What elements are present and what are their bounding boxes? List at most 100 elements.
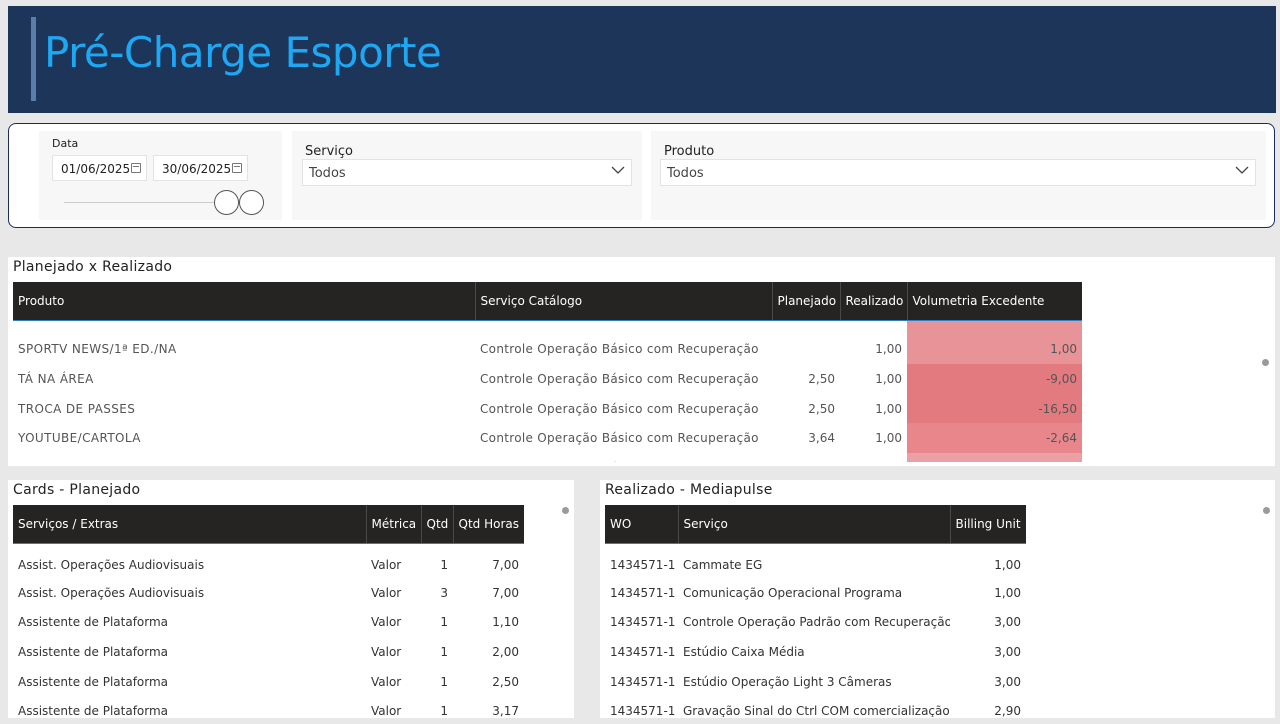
column-header-planejado[interactable]: Planejado <box>771 282 840 321</box>
cell-servico: Gravação Sinal do Ctrl COM comercializaç… <box>683 704 950 717</box>
cell-servico-extra: Assistente de Plataforma <box>18 615 169 630</box>
cell-realizado: 1,00 <box>875 371 902 386</box>
servico-slicer-label: Serviço <box>305 144 354 159</box>
servico-dropdown-value: Todos <box>309 166 346 181</box>
column-header-qtd-horas[interactable]: Qtd Horas <box>452 505 524 544</box>
scroll-indicator[interactable] <box>1263 507 1270 514</box>
calendar-icon[interactable] <box>131 163 141 173</box>
table-row[interactable]: BOM DIA BRASILControle Operação Básico c… <box>13 453 1082 462</box>
servico-dropdown[interactable]: Todos <box>302 159 632 186</box>
table-row[interactable]: 1434571-1 Controle Operação Padrão com Re… <box>605 608 1026 638</box>
cell-wo: 1434571-1 <box>610 585 676 600</box>
cards-planejado-table: Serviços / Extras Métrica Qtd Qtd Horas … <box>13 505 524 717</box>
table-row[interactable]: TROCA DE PASSES Controle Operação Básico … <box>13 393 1082 424</box>
column-header-produto[interactable]: Produto <box>13 282 475 321</box>
cell-planejado: 3,64 <box>808 431 835 446</box>
cell-produto: TÁ NA ÁREA <box>18 371 94 386</box>
table-row[interactable]: 1434571-1 Estúdio Caixa Média 3,00 <box>605 637 1026 667</box>
column-header-volumetria-excedente[interactable]: Volumetria Excedente <box>906 282 1082 321</box>
cell-servico-catalogo: Controle Operação Básico com Recuperação <box>475 453 772 462</box>
table-row[interactable]: 1434571-1 Estúdio Operação Light 3 Câmera… <box>605 667 1026 697</box>
planejado-realizado-panel: Planejado x Realizado Produto Serviço Ca… <box>8 257 1275 466</box>
table-row[interactable]: Assistente de Plataforma Valor 1 2,00 <box>13 637 524 667</box>
scroll-indicator[interactable] <box>1262 359 1269 366</box>
calendar-icon[interactable] <box>232 163 242 173</box>
cell-servico-extra: Assistente de Plataforma <box>18 674 169 689</box>
cell-wo: 1434571-1 <box>610 644 676 659</box>
table-row[interactable]: Assistente de Plataforma Valor 1 3,17 <box>13 696 524 717</box>
cell-volumetria-excedente: -9,00 <box>907 364 1082 394</box>
end-date-value: 30/06/2025 <box>162 162 232 176</box>
date-range-end-handle[interactable] <box>239 190 264 215</box>
cell-metrica: Valor <box>371 704 402 717</box>
cell-servico-extra: Assist. Operações Audiovisuais <box>18 585 205 600</box>
produto-slicer-label: Produto <box>664 144 715 159</box>
table-row[interactable]: Assistente de Plataforma Valor 1 2,50 <box>13 667 524 697</box>
cell-planejado: 2,50 <box>808 401 835 416</box>
cell-qtd-horas: 3,17 <box>492 704 519 717</box>
report-header: Pré-Charge Esporte <box>8 6 1276 113</box>
realizado-mediapulse-panel: Realizado - Mediapulse WO Serviço Billin… <box>600 480 1275 718</box>
cell-planejado: 2,50 <box>808 371 835 386</box>
produto-slicer: Produto Todos <box>651 131 1266 220</box>
column-header-qtd[interactable]: Qtd <box>420 505 453 544</box>
column-header-wo[interactable]: WO <box>605 505 678 544</box>
cards-planejado-panel: Cards - Planejado Serviços / Extras Métr… <box>8 480 574 718</box>
cell-realizado: 1,00 <box>875 401 902 416</box>
cell-realizado: 1,25 <box>840 453 907 462</box>
column-header-billing-unit[interactable]: Billing Unit <box>949 505 1026 544</box>
cell-produto: BOM DIA BRASIL <box>13 453 475 462</box>
cell-qtd: 1 <box>440 615 448 630</box>
cell-qtd-horas: 2,00 <box>492 644 519 659</box>
cell-realizado: 1,00 <box>875 342 902 357</box>
cell-qtd: 1 <box>440 557 448 572</box>
cell-produto: TROCA DE PASSES <box>18 401 136 416</box>
table-row[interactable]: TÁ NA ÁREA Controle Operação Básico com R… <box>13 364 1082 394</box>
column-header-servico-catalogo[interactable]: Serviço Catálogo <box>474 282 772 321</box>
cell-billing-unit: 2,90 <box>994 704 1021 717</box>
end-date-input[interactable]: 30/06/2025 <box>153 155 248 181</box>
column-header-metrica[interactable]: Métrica <box>365 505 421 544</box>
cards-planejado-scroll[interactable]: Serviços / Extras Métrica Qtd Qtd Horas … <box>13 505 525 717</box>
date-slicer-label: Data <box>52 137 79 150</box>
realizado-mediapulse-table: WO Serviço Billing Unit 1434571-1 Cammate… <box>605 505 1026 717</box>
cell-qtd-horas: 7,00 <box>492 585 519 600</box>
date-range-start-handle[interactable] <box>214 190 239 215</box>
realizado-mediapulse-scroll[interactable]: WO Serviço Billing Unit 1434571-1 Cammate… <box>605 505 1027 717</box>
cell-metrica: Valor <box>371 557 402 572</box>
scroll-indicator[interactable] <box>562 507 569 514</box>
cell-servico-extra: Assist. Operações Audiovisuais <box>18 557 205 572</box>
planejado-realizado-scroll[interactable]: Produto Serviço Catálogo Planejado Reali… <box>13 282 1083 462</box>
start-date-input[interactable]: 01/06/2025 <box>52 155 147 181</box>
cell-volumetria-excedente: -16,50 <box>907 393 1082 424</box>
table-row[interactable]: Assist. Operações Audiovisuais Valor 3 7,00 <box>13 578 524 608</box>
table-row[interactable]: Assist. Operações Audiovisuais Valor 1 7,00 <box>13 543 524 578</box>
table-row[interactable]: Assistente de Plataforma Valor 1 1,10 <box>13 608 524 638</box>
cell-qtd: 1 <box>440 644 448 659</box>
cell-billing-unit: 3,00 <box>994 615 1021 630</box>
cell-volumetria-excedente: 21,35 <box>907 453 1082 462</box>
cell-realizado: 1,00 <box>875 431 902 446</box>
start-date-value: 01/06/2025 <box>61 162 131 176</box>
cell-qtd-horas: 7,00 <box>492 557 519 572</box>
column-header-servico[interactable]: Serviço <box>677 505 950 544</box>
cell-qtd: 1 <box>440 674 448 689</box>
page-title: Pré-Charge Esporte <box>44 28 442 77</box>
column-header-servicos-extras[interactable]: Serviços / Extras <box>13 505 366 544</box>
date-range-slider-track <box>64 202 234 203</box>
table-row[interactable]: 1434571-1 Comunicação Operacional Program… <box>605 578 1026 608</box>
cell-volumetria-excedente: -2,64 <box>907 423 1082 454</box>
cell-produto: SPORTV NEWS/1ª ED./NA <box>18 342 177 357</box>
table-row[interactable]: 1434571-1 Cammate EG 1,00 <box>605 543 1026 578</box>
cell-qtd-horas: 1,10 <box>492 615 519 630</box>
cell-metrica: Valor <box>371 585 402 600</box>
cell-billing-unit: 3,00 <box>994 644 1021 659</box>
cell-volumetria-excedente: 1,00 <box>907 320 1082 364</box>
table-row[interactable]: YOUTUBE/CARTOLA Controle Operação Básico … <box>13 423 1082 454</box>
cell-qtd: 3 <box>440 585 448 600</box>
column-header-realizado[interactable]: Realizado <box>839 282 907 321</box>
table-row[interactable]: 1434571-1 Gravação Sinal do Ctrl COM come… <box>605 696 1026 717</box>
produto-dropdown[interactable]: Todos <box>660 159 1256 186</box>
table-row[interactable]: SPORTV NEWS/1ª ED./NA Controle Operação B… <box>13 320 1082 364</box>
cell-qtd-horas: 2,50 <box>492 674 519 689</box>
